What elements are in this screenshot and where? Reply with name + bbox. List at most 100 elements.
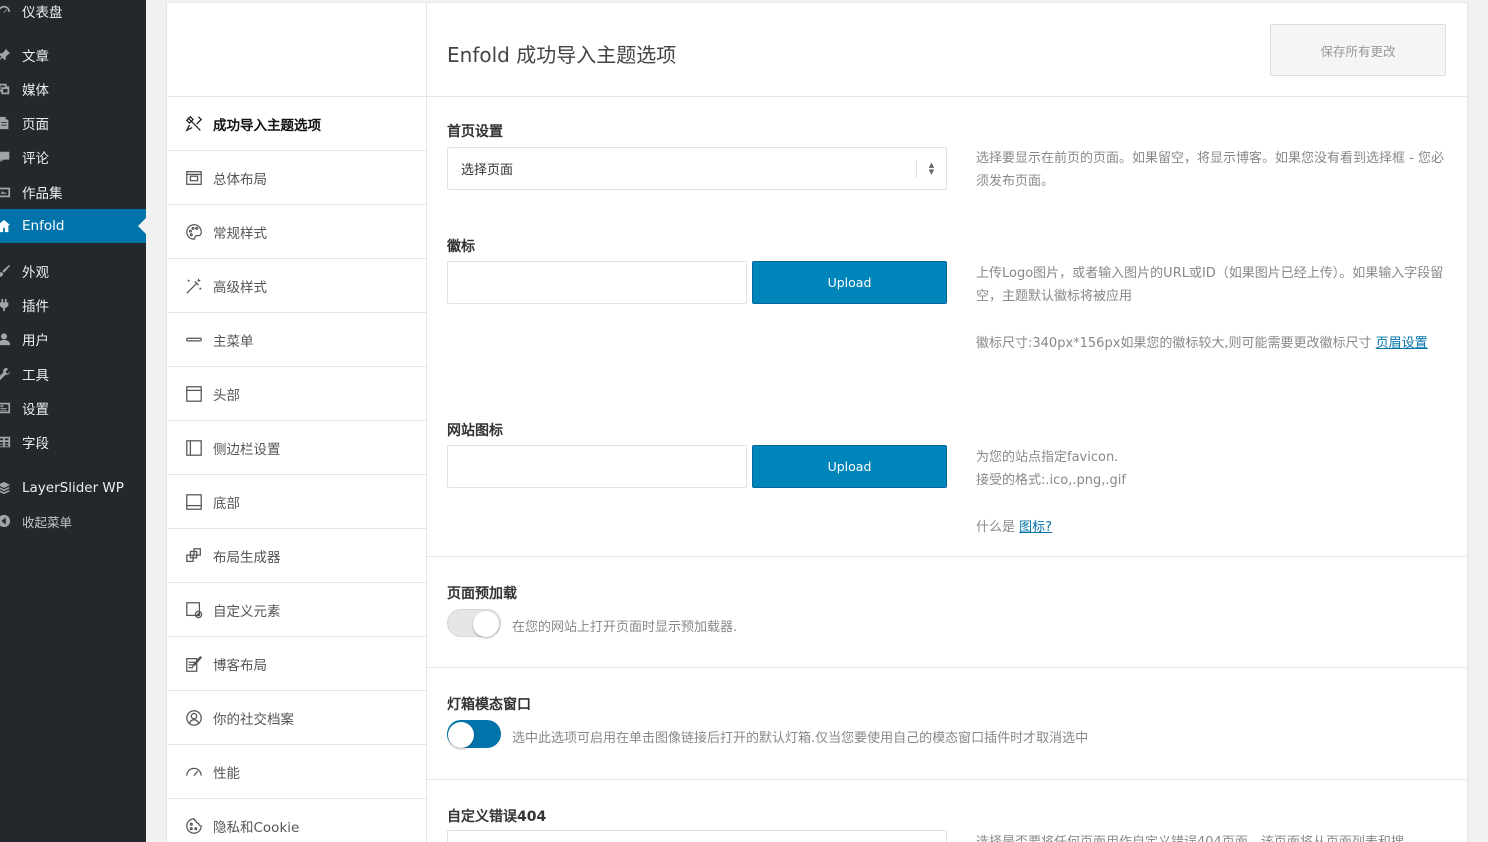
favicon-desc-line1: 为您的站点指定favicon. xyxy=(976,450,1119,465)
nav-item-label: 自定义元素 xyxy=(213,603,281,620)
nav-item-advanced-styling[interactable]: 高级样式 xyxy=(167,259,426,313)
nav-item-header[interactable]: 头部 xyxy=(167,367,426,421)
layout-icon xyxy=(184,168,204,188)
nav-item-main-menu[interactable]: 主菜单 xyxy=(167,313,426,367)
nav-item-performance[interactable]: 性能 xyxy=(167,745,426,799)
wp-menu-label: 用户 xyxy=(22,333,49,349)
wp-admin-menu: 仪表盘 文章 媒体 页面 评论 作品集 Enfold 外观 插件 用户 工具 设… xyxy=(0,0,146,842)
sidebar-icon xyxy=(184,438,204,458)
header-settings-link[interactable]: 页眉设置 xyxy=(1376,336,1428,351)
error404-section: 自定义错误404 选择是否要将任何页面用作自定义错误404页面。该页面将从页面列… xyxy=(427,781,1467,842)
dashboard-icon xyxy=(0,3,12,19)
wp-menu-item-dashboard[interactable]: 仪表盘 xyxy=(0,0,146,28)
nav-item-blog-layout[interactable]: 博客布局 xyxy=(167,637,426,691)
options-nav: 成功导入主题选项 总体布局 常规样式 高级样式 主菜单 头部 侧边栏设置 底部 xyxy=(167,3,427,842)
portfolio-icon xyxy=(0,184,12,200)
settings-icon xyxy=(0,400,12,416)
logo-url-input[interactable] xyxy=(447,261,747,304)
wp-menu-item-pages[interactable]: 页面 xyxy=(0,106,146,140)
save-all-button[interactable]: 保存所有更改 xyxy=(1270,24,1446,76)
favicon-info-link[interactable]: 图标? xyxy=(1019,520,1052,535)
fields-icon xyxy=(0,434,12,450)
wp-menu-label: 文章 xyxy=(22,49,49,65)
logo-description: 上传Logo图片，或者输入图片的URL或ID（如果图片已经上传）。如果输入字段留… xyxy=(976,266,1444,304)
wp-menu-label: 设置 xyxy=(22,402,49,418)
lightbox-label: 灯箱模态窗口 xyxy=(447,697,531,713)
nav-item-label: 布局生成器 xyxy=(213,549,281,566)
wp-menu-item-portfolio[interactable]: 作品集 xyxy=(0,175,146,209)
wp-menu-label: 收起菜单 xyxy=(22,514,73,530)
options-nav-header xyxy=(167,3,426,97)
media-icon xyxy=(0,81,12,97)
logo-upload-button[interactable]: Upload xyxy=(752,261,947,304)
tools-icon xyxy=(184,114,204,134)
nav-item-label: 主菜单 xyxy=(213,333,254,350)
preloader-section: 页面预加载 在您的网站上打开页面时显示预加载器. xyxy=(427,558,1467,668)
nav-item-privacy-cookie[interactable]: 隐私和Cookie xyxy=(167,799,426,842)
wp-menu-item-comments[interactable]: 评论 xyxy=(0,140,146,174)
wp-menu-item-users[interactable]: 用户 xyxy=(0,322,146,356)
nav-item-label: 你的社交档案 xyxy=(213,711,294,728)
wp-menu-label: 作品集 xyxy=(22,186,63,202)
social-profile-icon xyxy=(184,708,204,728)
preloader-label: 页面预加载 xyxy=(447,586,517,602)
wp-menu-item-media[interactable]: 媒体 xyxy=(0,72,146,106)
favicon-upload-button[interactable]: Upload xyxy=(752,445,947,488)
nav-item-layout[interactable]: 总体布局 xyxy=(167,151,426,205)
wp-menu-label: 媒体 xyxy=(22,83,49,99)
magic-wand-icon xyxy=(184,276,204,296)
wp-menu-item-enfold[interactable]: Enfold xyxy=(0,209,146,243)
page-title: Enfold 成功导入主题选项 xyxy=(447,43,677,67)
favicon-what-is: 什么是 图标? xyxy=(976,516,1446,539)
pin-icon xyxy=(0,47,12,63)
wp-menu-label: 页面 xyxy=(22,117,49,133)
user-icon xyxy=(0,331,12,347)
nav-item-sidebar[interactable]: 侧边栏设置 xyxy=(167,421,426,475)
select-arrows-icon: ▲ ▼ xyxy=(916,160,946,178)
wp-menu-item-tools[interactable]: 工具 xyxy=(0,357,146,391)
options-header: Enfold 成功导入主题选项 保存所有更改 xyxy=(427,3,1467,97)
preloader-toggle[interactable] xyxy=(447,609,501,637)
brush-icon xyxy=(0,263,12,279)
nav-item-label: 常规样式 xyxy=(213,225,267,242)
wrench-icon xyxy=(0,366,12,382)
wp-menu-label: 工具 xyxy=(22,368,49,384)
wp-menu-item-layerslider[interactable]: LayerSlider WP xyxy=(0,471,146,505)
nav-item-import[interactable]: 成功导入主题选项 xyxy=(167,97,426,151)
comment-icon xyxy=(0,149,12,165)
nav-item-label: 总体布局 xyxy=(213,171,267,188)
frontpage-select[interactable]: 选择页面 ▲ ▼ xyxy=(447,147,947,190)
wp-menu-item-posts[interactable]: 文章 xyxy=(0,38,146,72)
builder-icon xyxy=(184,546,204,566)
blog-icon xyxy=(184,654,204,674)
nav-item-general-styling[interactable]: 常规样式 xyxy=(167,205,426,259)
lightbox-toggle[interactable] xyxy=(447,720,501,748)
nav-item-layout-builder[interactable]: 布局生成器 xyxy=(167,529,426,583)
menu-bar-icon xyxy=(184,330,204,350)
nav-item-footer[interactable]: 底部 xyxy=(167,475,426,529)
wp-menu-item-plugins[interactable]: 插件 xyxy=(0,288,146,322)
wp-menu-label: 评论 xyxy=(22,151,49,167)
wp-menu-item-appearance[interactable]: 外观 xyxy=(0,254,146,288)
nav-item-social-profiles[interactable]: 你的社交档案 xyxy=(167,691,426,745)
speedometer-icon xyxy=(184,762,204,782)
nav-item-label: 成功导入主题选项 xyxy=(213,117,321,134)
wp-menu-item-fields[interactable]: 字段 xyxy=(0,425,146,459)
preloader-description: 在您的网站上打开页面时显示预加载器. xyxy=(512,620,738,635)
wp-menu-label: 字段 xyxy=(22,436,49,452)
nav-item-custom-elements[interactable]: 自定义元素 xyxy=(167,583,426,637)
error404-label: 自定义错误404 xyxy=(447,809,547,825)
toggle-knob xyxy=(448,722,474,748)
wp-menu-label: LayerSlider WP xyxy=(22,480,124,496)
collapse-icon xyxy=(0,513,12,529)
lightbox-description: 选中此选项可启用在单击图像链接后打开的默认灯箱.仅当您要使用自己的模态窗口插件时… xyxy=(512,731,1089,746)
favicon-url-input[interactable] xyxy=(447,445,747,488)
home-icon xyxy=(0,218,12,234)
lightbox-section: 灯箱模态窗口 选中此选项可启用在单击图像链接后打开的默认灯箱.仅当您要使用自己的… xyxy=(427,669,1467,780)
palette-icon xyxy=(184,222,204,242)
wp-menu-item-settings[interactable]: 设置 xyxy=(0,391,146,425)
error404-select[interactable] xyxy=(447,830,947,842)
wp-menu-collapse[interactable]: 收起菜单 xyxy=(0,504,146,538)
page-icon xyxy=(0,115,12,131)
frontpage-description: 选择要显示在前页的页面。如果留空，将显示博客。如果您没有看到选择框 - 您必须发… xyxy=(976,151,1444,189)
